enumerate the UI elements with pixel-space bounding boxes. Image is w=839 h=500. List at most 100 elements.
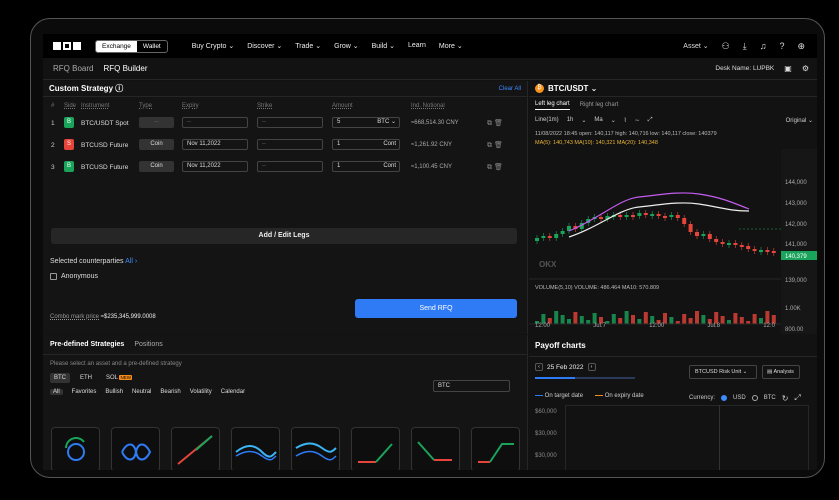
timeframe-dropdown[interactable]: ⌄ [581,117,586,124]
trash-icon[interactable]: 🗑 [494,120,503,127]
filter-favorites[interactable]: Favorites [72,389,97,395]
side-badge[interactable]: S [64,139,74,150]
next-date-icon[interactable]: › [587,363,596,371]
ma-indicator[interactable]: Ma [594,117,602,123]
asset-select[interactable]: BTC [433,380,510,392]
wallet-toggle[interactable]: Wallet [137,41,167,52]
payoff-plot-area[interactable] [565,405,809,470]
tab-rfq-board[interactable]: RFQ Board [53,58,93,79]
counterparties-all-link[interactable]: All › [125,258,137,265]
strategy-card[interactable] [111,427,160,470]
copy-icon[interactable]: ⧉ [487,142,492,149]
strike-input[interactable]: -- [257,161,323,172]
original-view-select[interactable]: Original ⌄ [786,117,813,124]
amount-input[interactable]: 1 Cont [332,139,400,150]
strike-input[interactable]: -- [257,117,323,128]
long-call-icon [358,443,393,463]
instrument-select[interactable]: BTC/USDT Spot [81,120,129,127]
asset-chip-eth[interactable]: ETH [76,373,96,383]
nav-more[interactable]: More ⌄ [439,42,463,50]
bell-icon[interactable]: ♫ [760,41,767,51]
strategy-card[interactable] [171,427,220,470]
nav-discover[interactable]: Discover ⌄ [247,42,282,50]
strategy-card[interactable] [351,427,400,470]
btc-radio[interactable] [751,395,758,401]
side-badge[interactable]: B [64,117,74,128]
slider-fill [535,377,575,379]
expiry-select[interactable]: Nov 11,2022 [182,139,248,150]
exchange-toggle[interactable]: Exchange [96,40,137,52]
filter-bearish[interactable]: Bearish [160,389,180,395]
amount-input[interactable]: 5 BTC ⌄ [332,117,400,128]
line-tool-icon[interactable]: ∼ [635,117,640,124]
anonymous-checkbox[interactable] [50,273,57,280]
user-icon[interactable]: ⚇ [722,41,730,52]
copy-icon[interactable]: ⧉ [487,120,492,127]
leg-chart-tabs: Left leg chart Right leg chart [529,97,817,113]
strike-input[interactable]: -- [257,139,323,150]
anonymous-option[interactable]: Anonymous [50,273,98,280]
nav-buy-crypto[interactable]: Buy Crypto ⌄ [192,42,234,50]
instrument-select[interactable]: BTCUSD Future [81,142,128,149]
trash-icon[interactable]: 🗑 [494,142,503,149]
refresh-icon[interactable]: ↻ [782,394,789,403]
side-badge[interactable]: B [64,161,74,172]
nav-learn[interactable]: Learn [408,42,426,50]
okx-logo[interactable] [53,42,81,50]
layout-icon[interactable]: ▣ [784,64,792,73]
type-select[interactable]: -- [139,117,174,128]
strategy-card[interactable] [231,427,280,470]
pair-selector[interactable]: BTC/USDT ⌄ [548,84,597,93]
type-select[interactable]: Coin [139,161,174,172]
settings-icon[interactable]: ⚙ [802,64,809,73]
add-edit-legs-button[interactable]: Add / Edit Legs [51,228,517,244]
amount-input[interactable]: 1 Cont [332,161,400,172]
nav-trade[interactable]: Trade ⌄ [295,42,321,50]
asset-chip-sol[interactable]: SOL NEW [102,373,136,383]
tab-left-leg-chart[interactable]: Left leg chart [535,101,570,110]
amount-unit[interactable]: BTC ⌄ [377,118,396,127]
asset-chip-btc[interactable]: BTC [50,373,70,383]
strategy-card[interactable] [411,427,460,470]
expiry-select[interactable]: Nov 11,2022 [182,161,248,172]
price-chart[interactable]: 144,000 143,000 142,000 141,000 140,379 … [529,149,817,334]
trash-icon[interactable]: 🗑 [494,164,503,171]
filter-calendar[interactable]: Calendar [221,389,245,395]
tab-positions[interactable]: Positions [134,341,162,348]
xtick: 12:00 [535,323,551,329]
help-icon[interactable]: ? [779,41,784,51]
filter-bullish[interactable]: Bullish [105,389,123,395]
risk-unit-select[interactable]: BTCUSD Risk Unit ⌄ [689,365,757,379]
nav-build[interactable]: Build ⌄ [372,42,395,50]
instrument-select[interactable]: BTCUSD Future [81,164,128,171]
expand-icon[interactable]: ⤢ [794,393,800,403]
payoff-date[interactable]: 25 Feb 2022 [547,364,584,371]
prev-date-icon[interactable]: ‹ [535,363,543,371]
clear-all-button[interactable]: Clear All [499,86,521,92]
type-select[interactable]: Coin [139,139,174,150]
copy-icon[interactable]: ⧉ [487,164,492,171]
date-slider[interactable] [535,377,635,379]
strategy-card[interactable] [291,427,340,470]
interval-select[interactable]: Line(1m) [535,117,559,123]
strategy-card[interactable] [51,427,100,470]
candle-type-icon[interactable]: ⌇ [624,117,627,124]
strategy-card[interactable] [471,427,520,470]
tab-rfq-builder[interactable]: RFQ Builder [103,58,147,79]
nav-grow[interactable]: Grow ⌄ [334,42,359,50]
nav-asset[interactable]: Asset ⌄ [683,42,708,50]
tab-predefined-strategies[interactable]: Pre-defined Strategies [50,341,124,348]
download-icon[interactable]: ⤓ [743,41,747,52]
filter-volatility[interactable]: Volatility [190,389,212,395]
analysis-button[interactable]: ▤ Analysis [762,365,800,379]
fullscreen-icon[interactable]: ⤢ [648,117,653,124]
usd-radio[interactable] [721,395,728,401]
filter-all[interactable]: All [50,389,63,395]
indicator-dropdown[interactable]: ⌄ [611,117,616,124]
globe-icon[interactable]: ⊕ [797,41,805,52]
filter-neutral[interactable]: Neutral [132,389,151,395]
tab-right-leg-chart[interactable]: Right leg chart [580,102,619,108]
send-rfq-button[interactable]: Send RFQ [355,299,517,318]
timeframe-1h[interactable]: 1h [567,117,574,123]
expiry-select[interactable]: -- [182,117,248,128]
